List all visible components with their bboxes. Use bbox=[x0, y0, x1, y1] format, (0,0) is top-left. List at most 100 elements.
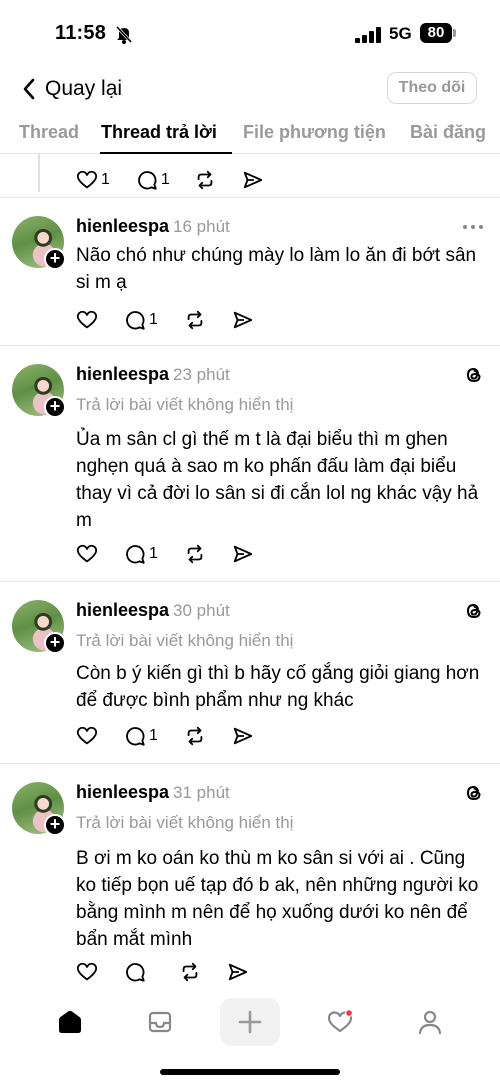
follow-plus-icon[interactable]: + bbox=[44, 632, 66, 654]
like-button[interactable] bbox=[76, 725, 98, 747]
action-row: 1 bbox=[76, 543, 280, 565]
repost-icon bbox=[187, 544, 203, 564]
activity-icon bbox=[327, 1008, 354, 1033]
comment-button[interactable]: 1 bbox=[124, 725, 158, 747]
comment-count: 1 bbox=[149, 545, 158, 562]
username[interactable]: hienleespa bbox=[76, 216, 169, 236]
heart-icon bbox=[76, 310, 98, 329]
post-text: Não chó như chúng mày lo làm lo ăn đi bớ… bbox=[76, 245, 477, 293]
battery-icon: 80 bbox=[420, 23, 456, 43]
tab-threads[interactable]: Thread bbox=[19, 122, 79, 143]
comment-button[interactable]: 1 bbox=[136, 169, 170, 191]
heart-icon bbox=[76, 544, 98, 563]
plus-icon bbox=[238, 1010, 262, 1034]
share-button[interactable] bbox=[232, 309, 254, 331]
tab-new-post[interactable] bbox=[220, 998, 280, 1046]
action-row: 1 bbox=[76, 309, 280, 331]
comment-icon bbox=[126, 727, 145, 746]
threads-icon[interactable] bbox=[464, 365, 484, 385]
share-icon bbox=[233, 311, 253, 329]
reply-post[interactable]: + hienleespa 16 phút Não chó như chúng mà… bbox=[0, 198, 500, 346]
follow-plus-icon[interactable]: + bbox=[44, 814, 66, 836]
comment-count: 1 bbox=[160, 171, 170, 188]
repost-icon bbox=[182, 962, 198, 982]
post-header: hienleespa 23 phút bbox=[76, 364, 230, 385]
reply-context[interactable]: Trả lời bài viết không hiển thị bbox=[76, 395, 293, 415]
action-row: 1 1 bbox=[76, 169, 290, 191]
like-button[interactable] bbox=[76, 543, 98, 565]
tab-replies[interactable]: Thread trả lời bbox=[101, 122, 217, 143]
repost-button[interactable] bbox=[184, 725, 206, 747]
like-button[interactable] bbox=[76, 961, 98, 983]
repost-icon bbox=[197, 170, 213, 190]
reply-context[interactable]: Trả lời bài viết không hiển thị bbox=[76, 631, 293, 651]
status-bar: 11:58 5G 80 bbox=[0, 0, 500, 66]
like-button[interactable] bbox=[76, 309, 98, 331]
comment-button[interactable] bbox=[124, 961, 149, 983]
profile-tabs: Thread Thread trả lời File phương tiện B… bbox=[0, 114, 500, 154]
reply-post[interactable]: + hienleespa 30 phút Trả lời bài viết khô… bbox=[0, 582, 500, 764]
post-time: 30 phút bbox=[173, 601, 230, 620]
share-button[interactable] bbox=[242, 169, 264, 191]
network-type: 5G bbox=[389, 24, 412, 43]
notification-dot bbox=[345, 1008, 354, 1018]
threads-icon[interactable] bbox=[464, 783, 484, 803]
home-icon bbox=[59, 1010, 81, 1033]
previous-post-actions: 1 1 bbox=[0, 154, 500, 198]
status-time: 11:58 bbox=[55, 22, 107, 44]
repost-icon bbox=[187, 726, 203, 746]
follow-plus-icon[interactable]: + bbox=[44, 248, 66, 270]
back-button[interactable]: Quay lại bbox=[22, 74, 122, 104]
post-time: 23 phút bbox=[173, 365, 230, 384]
post-text: Ủa m sân cl gì thế m t là đại biểu thì m… bbox=[76, 429, 479, 531]
comment-button[interactable]: 1 bbox=[124, 543, 158, 565]
tab-activity[interactable] bbox=[310, 998, 370, 1046]
follow-button[interactable]: Theo dõi bbox=[387, 72, 477, 104]
post-header: hienleespa 31 phút bbox=[76, 782, 230, 803]
profile-icon bbox=[418, 1010, 442, 1035]
post-text: Còn b ý kiến gì thì b hãy cố gắng giỏi g… bbox=[76, 663, 480, 711]
tab-profile[interactable] bbox=[400, 998, 460, 1046]
post-header: hienleespa 16 phút bbox=[76, 216, 230, 237]
username[interactable]: hienleespa bbox=[76, 364, 169, 384]
battery-level: 80 bbox=[420, 23, 452, 43]
tab-media[interactable]: File phương tiện bbox=[243, 122, 386, 143]
follow-plus-icon[interactable]: + bbox=[44, 396, 66, 418]
comment-count: 1 bbox=[149, 311, 158, 328]
share-icon bbox=[233, 545, 253, 563]
username[interactable]: hienleespa bbox=[76, 600, 169, 620]
repost-button[interactable] bbox=[179, 961, 201, 983]
signal-icon bbox=[355, 27, 381, 43]
like-button[interactable]: 1 bbox=[76, 169, 110, 191]
tab-inbox[interactable] bbox=[130, 998, 190, 1046]
like-count: 1 bbox=[101, 171, 110, 188]
nav-bar: Quay lại Theo dõi bbox=[0, 66, 500, 114]
post-time: 16 phút bbox=[173, 217, 230, 236]
reply-post[interactable]: + hienleespa 31 phút Trả lời bài viết khô… bbox=[0, 764, 500, 990]
post-text: B ơi m ko oán ko thù m ko sân si với ai … bbox=[76, 848, 479, 950]
share-button[interactable] bbox=[227, 961, 249, 983]
inbox-icon bbox=[148, 1011, 172, 1033]
username[interactable]: hienleespa bbox=[76, 782, 169, 802]
comment-button[interactable]: 1 bbox=[124, 309, 158, 331]
action-row: 1 bbox=[76, 725, 280, 747]
home-indicator bbox=[160, 1069, 340, 1075]
share-button[interactable] bbox=[232, 725, 254, 747]
threads-icon[interactable] bbox=[464, 601, 484, 621]
tab-home[interactable] bbox=[40, 998, 100, 1046]
repost-button[interactable] bbox=[184, 309, 206, 331]
tab-reposts[interactable]: Bài đăng bbox=[410, 122, 486, 143]
comment-icon bbox=[126, 311, 145, 330]
more-icon[interactable] bbox=[462, 223, 484, 231]
reply-context[interactable]: Trả lời bài viết không hiển thị bbox=[76, 813, 293, 833]
repost-button[interactable] bbox=[194, 169, 216, 191]
comment-count: 1 bbox=[149, 727, 158, 744]
bottom-tab-bar bbox=[0, 990, 500, 1054]
repost-button[interactable] bbox=[184, 543, 206, 565]
reply-post[interactable]: + hienleespa 23 phút Trả lời bài viết khô… bbox=[0, 346, 500, 582]
share-button[interactable] bbox=[232, 543, 254, 565]
share-icon bbox=[243, 171, 262, 189]
repost-icon bbox=[187, 310, 203, 330]
share-icon bbox=[228, 963, 248, 981]
comment-icon bbox=[126, 963, 145, 982]
